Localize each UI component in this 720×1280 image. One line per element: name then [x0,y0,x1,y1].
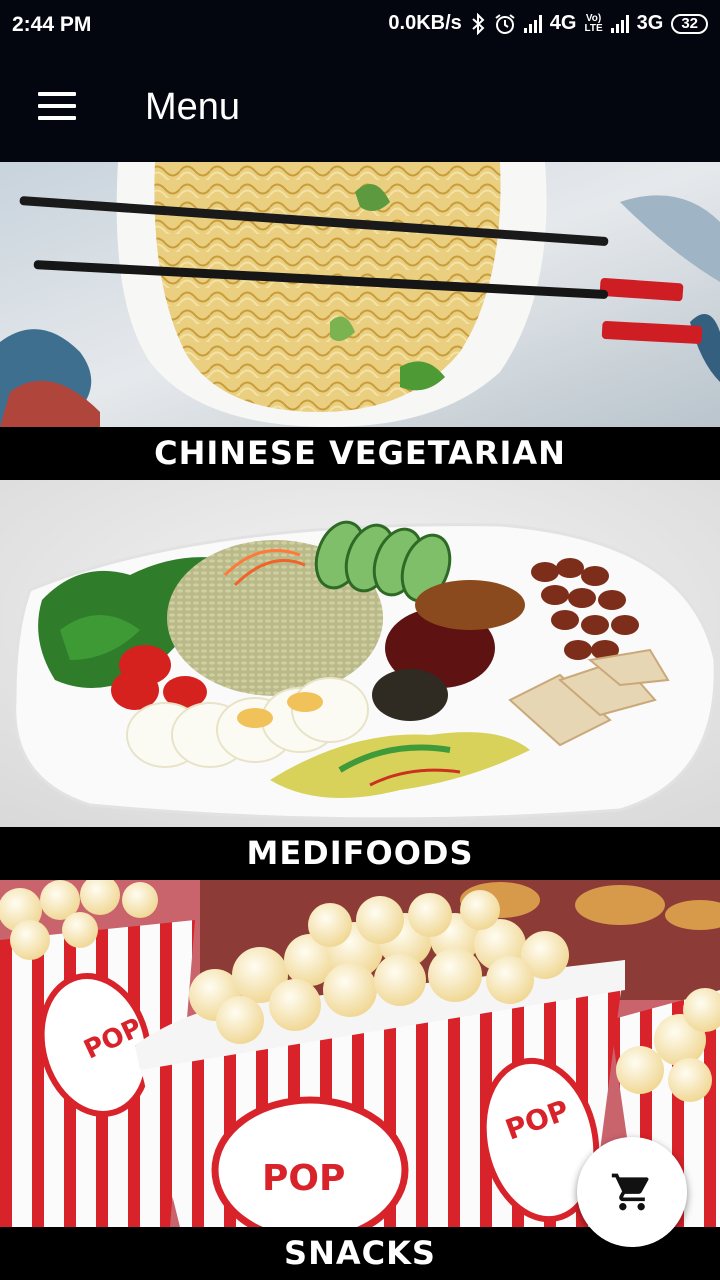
app-bar: Menu [0,52,720,162]
category-card-chinese-vegetarian[interactable]: CHINESE VEGETARIAN [0,162,720,480]
noodles-image [0,162,720,427]
battery-icon: 32 [671,13,708,34]
network-type-1: 4G [549,12,577,34]
svg-text:POP: POP [262,1158,345,1199]
category-label: MEDIFOODS [0,827,720,880]
category-label: CHINESE VEGETARIAN [0,427,720,480]
status-icons: 0.0KB/s 4G Vo) LTE 3G 32 [388,12,708,35]
cart-button[interactable] [577,1137,687,1247]
category-card-medifoods[interactable]: MEDIFOODS [0,480,720,880]
status-bar: 2:44 PM 0.0KB/s 4G Vo) LTE 3G 32 [0,0,720,52]
medifoods-plate-image [0,480,720,827]
hamburger-icon[interactable] [38,92,76,120]
alarm-icon [495,13,515,34]
network-speed: 0.0KB/s [388,12,462,34]
signal-icon-2 [610,14,629,33]
status-time: 2:44 PM [12,13,92,36]
signal-icon-1 [523,14,542,33]
cart-icon [611,1173,649,1211]
bluetooth-icon [472,12,485,35]
volte-icon: Vo) LTE [584,12,603,34]
page-title: Menu [145,86,241,128]
network-type-2: 3G [636,12,664,34]
